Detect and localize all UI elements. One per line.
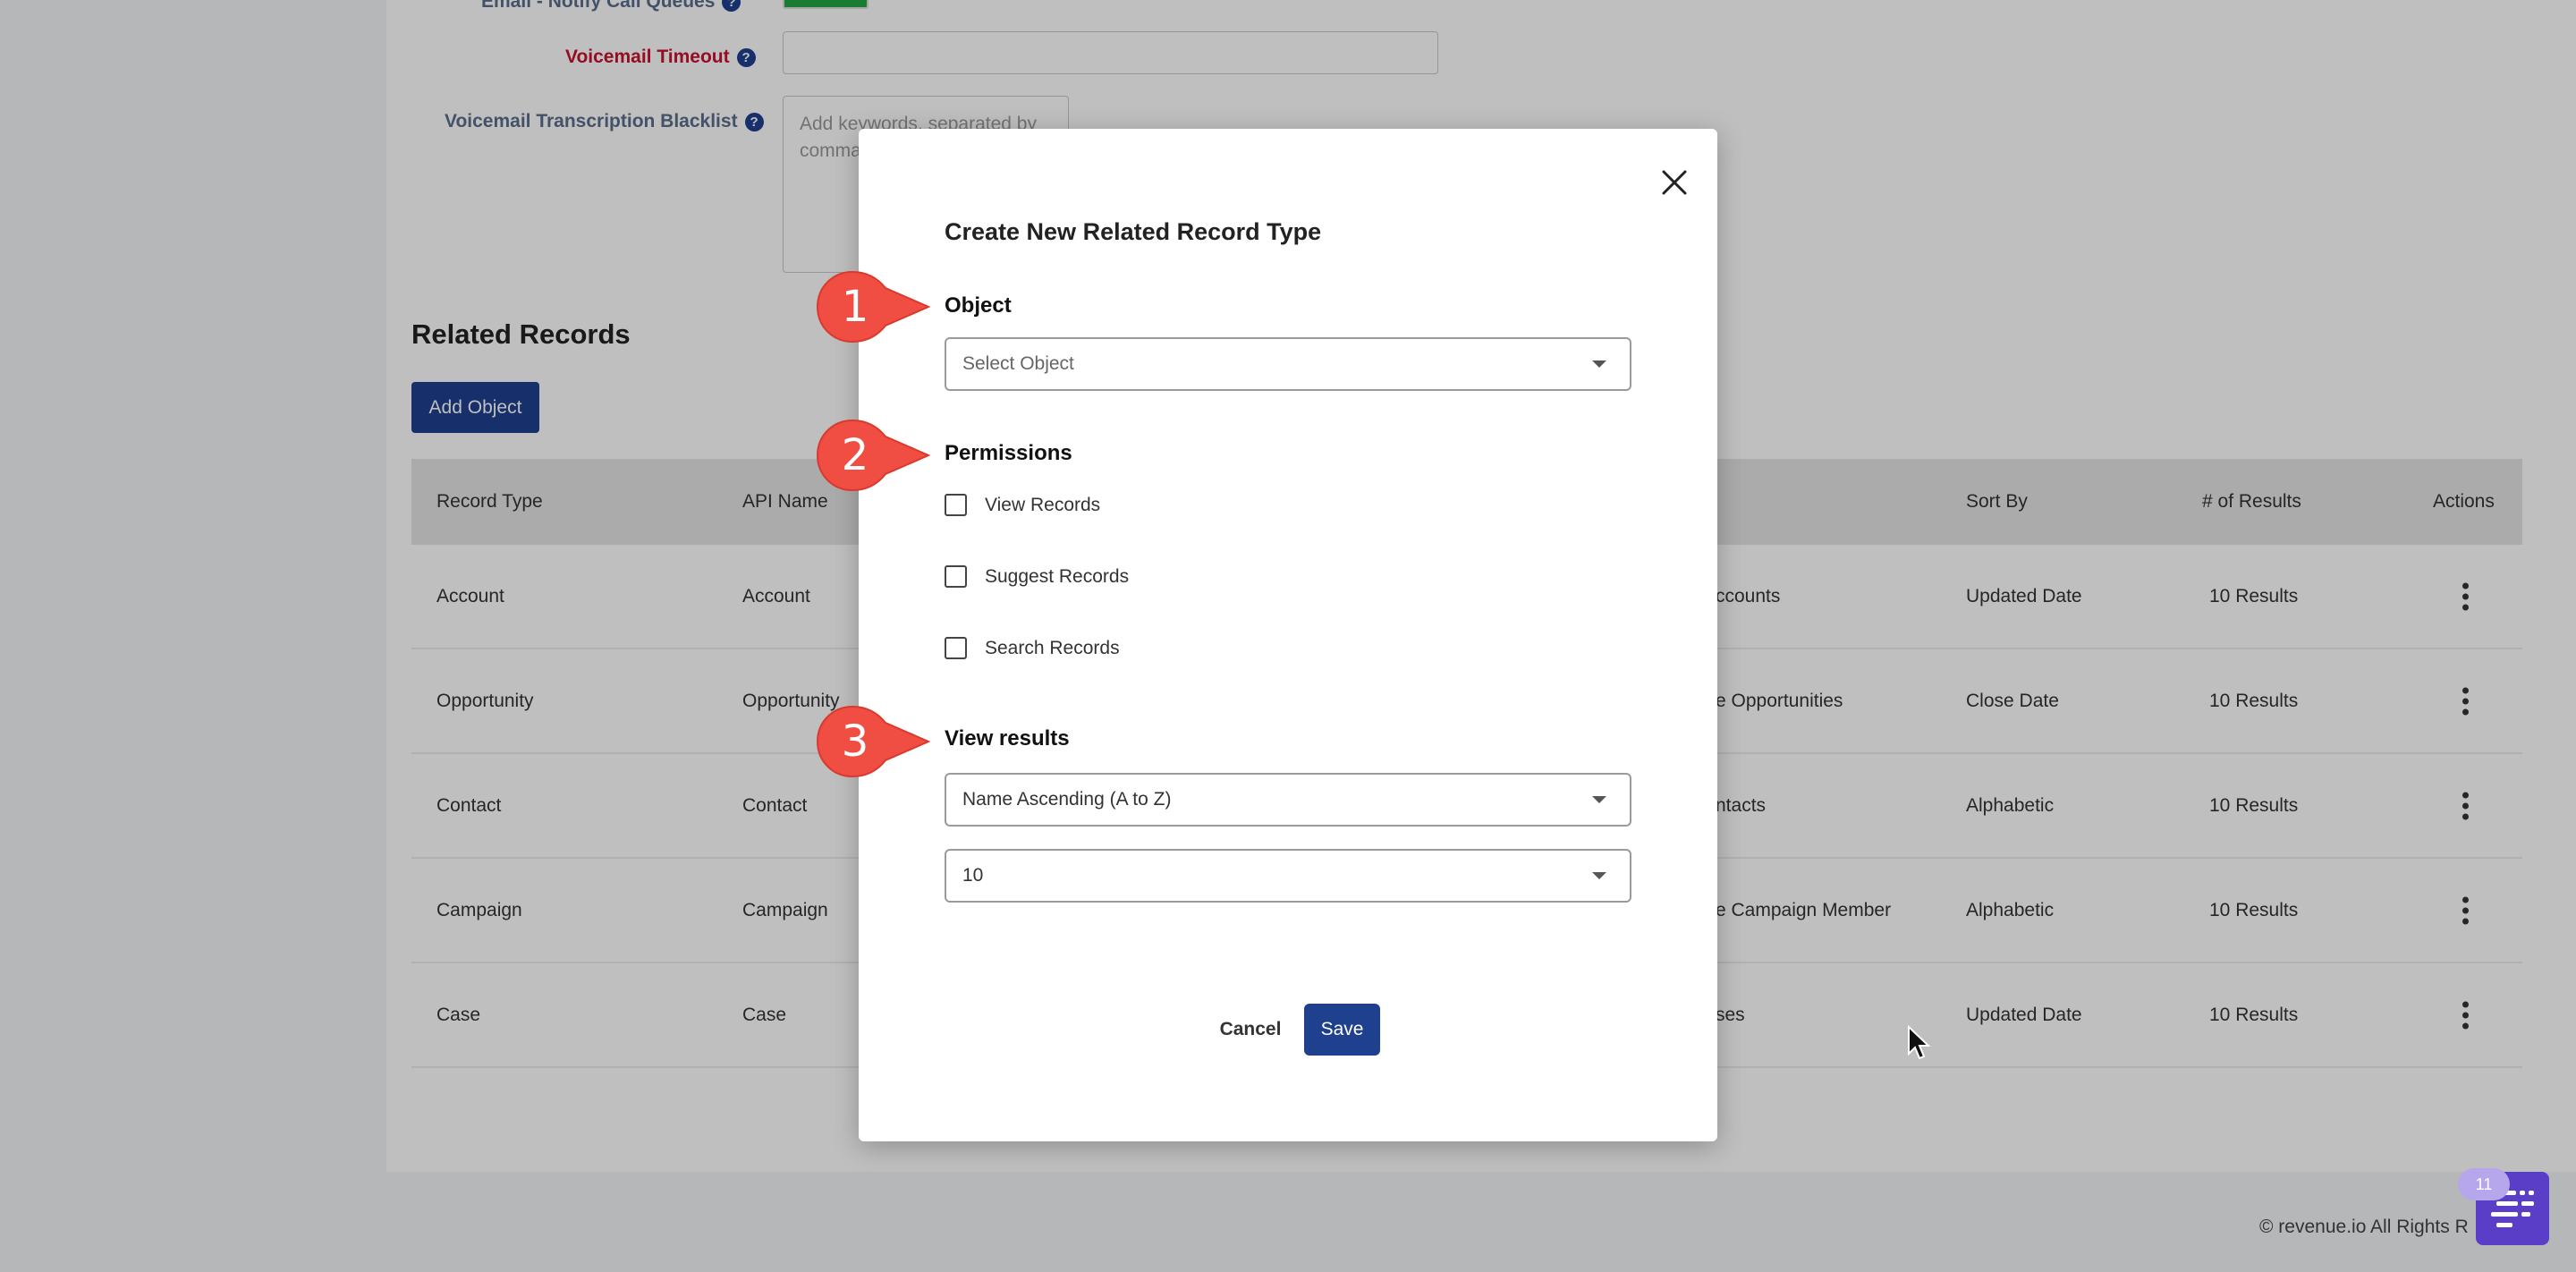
suggest-records-checkbox[interactable] xyxy=(945,565,967,588)
caret-down-icon xyxy=(1592,360,1606,368)
close-icon[interactable] xyxy=(1655,163,1694,202)
step-callout-3: 3 xyxy=(816,705,932,778)
search-records-checkbox-row[interactable]: Search Records xyxy=(945,637,1120,659)
object-label: Object xyxy=(945,293,1012,318)
step-number: 2 xyxy=(841,430,869,480)
result-count-select[interactable]: 10 xyxy=(945,849,1631,903)
object-select[interactable]: Select Object xyxy=(945,337,1631,391)
save-button[interactable]: Save xyxy=(1304,1004,1380,1056)
caret-down-icon xyxy=(1592,796,1606,803)
search-records-label: Search Records xyxy=(985,637,1120,658)
create-record-type-modal: Create New Related Record Type Object Se… xyxy=(859,129,1717,1141)
object-select-placeholder: Select Object xyxy=(962,353,1074,374)
search-records-checkbox[interactable] xyxy=(945,637,967,659)
step-number: 1 xyxy=(841,282,869,332)
cancel-button[interactable]: Cancel xyxy=(1206,1004,1295,1056)
view-results-label: View results xyxy=(945,726,1070,750)
suggest-records-checkbox-row[interactable]: Suggest Records xyxy=(945,565,1129,588)
step-number: 3 xyxy=(841,717,869,767)
suggest-records-label: Suggest Records xyxy=(985,565,1130,587)
mouse-cursor-icon xyxy=(1908,1025,1931,1060)
modal-title: Create New Related Record Type xyxy=(945,218,1322,245)
permissions-label: Permissions xyxy=(945,441,1072,465)
step-callout-2: 2 xyxy=(816,419,932,492)
view-records-checkbox-row[interactable]: View Records xyxy=(945,494,1100,516)
view-records-checkbox[interactable] xyxy=(945,494,967,516)
caret-down-icon xyxy=(1592,872,1606,879)
result-count-value: 10 xyxy=(962,865,984,886)
step-callout-1: 1 xyxy=(816,270,932,343)
chat-notification-badge: 11 xyxy=(2458,1168,2510,1200)
view-records-label: View Records xyxy=(985,494,1101,515)
sort-order-select[interactable]: Name Ascending (A to Z) xyxy=(945,773,1631,827)
sort-order-value: Name Ascending (A to Z) xyxy=(962,789,1172,810)
